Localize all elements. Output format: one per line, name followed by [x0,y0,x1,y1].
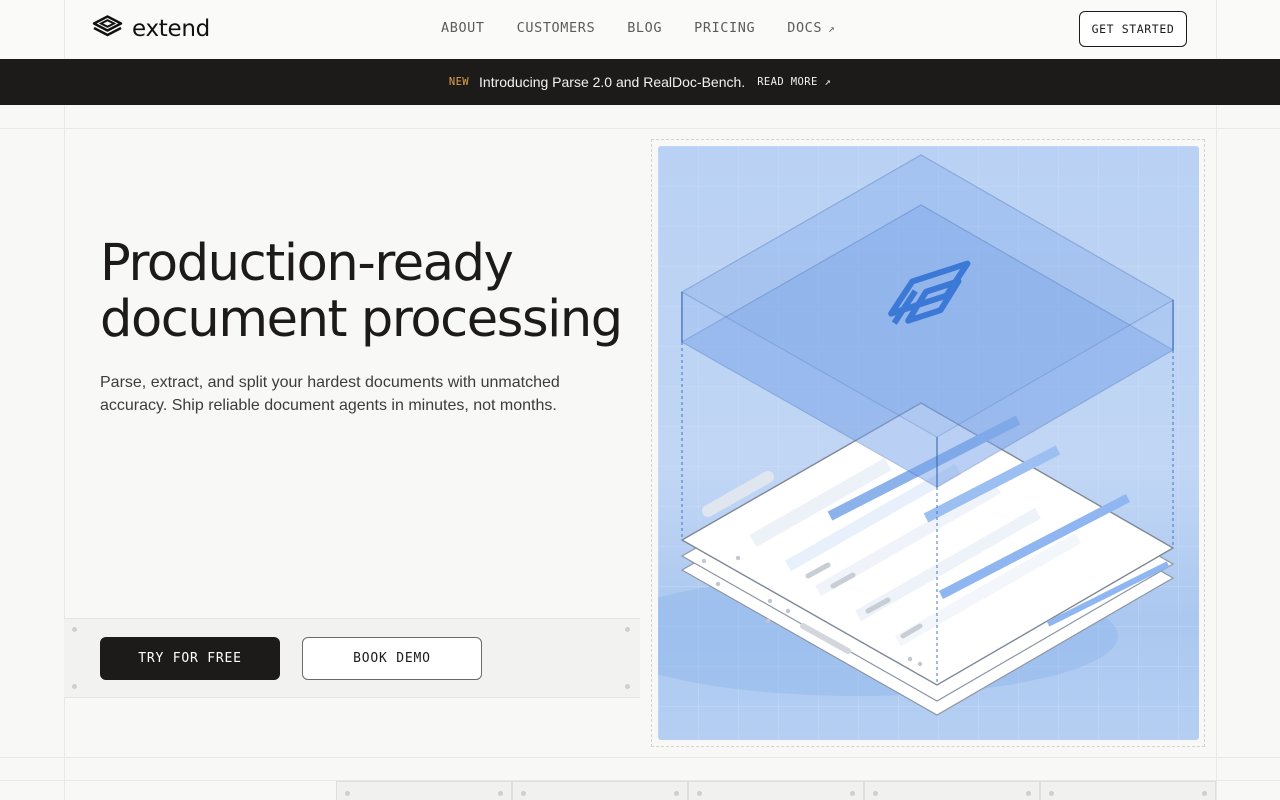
hero-illustration [658,146,1199,740]
nav-blog[interactable]: BLOG [627,20,662,36]
bottom-cell [864,781,1040,800]
bottom-cell [336,781,512,800]
corner-dot [1049,791,1054,796]
get-started-button[interactable]: GET STARTED [1079,11,1187,47]
bottom-strip [336,781,1216,800]
guide-line-right [1216,0,1217,800]
header-guide-right [1216,0,1217,58]
logo-link[interactable]: extend [92,15,210,42]
nav-docs-label: DOCS [787,20,823,36]
nav-about[interactable]: ABOUT [441,20,485,36]
site-header: extend ABOUT CUSTOMERS BLOG PRICING DOCS… [0,0,1280,58]
corner-dot [498,791,503,796]
bottom-cell [1040,781,1216,800]
read-more-label: READ MORE [757,76,818,88]
guide-line-top [0,128,1280,129]
announcement-message: Introducing Parse 2.0 and RealDoc-Bench. [479,74,746,90]
new-badge: NEW [448,76,470,88]
main-nav: ABOUT CUSTOMERS BLOG PRICING DOCS ↗ [441,20,867,36]
corner-dot [1026,791,1031,796]
bottom-cell [512,781,688,800]
nav-pricing[interactable]: PRICING [694,20,755,36]
corner-dot [625,684,630,689]
nav-docs[interactable]: DOCS ↗ [787,20,835,36]
try-for-free-button[interactable]: TRY FOR FREE [100,637,280,680]
guide-line-bottom [0,757,1280,758]
hero-title-line-1: Production-ready [100,234,514,293]
announcement-bar: NEW Introducing Parse 2.0 and RealDoc-Be… [0,59,1280,105]
read-more-link[interactable]: READ MORE ↗ [757,76,831,88]
hero-subtitle: Parse, extract, and split your hardest d… [100,374,560,414]
arrow-up-right-icon: ↗ [824,76,832,88]
corner-dot [1202,791,1207,796]
bottom-cell [688,781,864,800]
nav-blog-label: BLOG [627,20,663,36]
layers-logo-icon [92,15,123,42]
hero-title-line-2: document processing [100,290,623,349]
corner-dot [72,684,77,689]
corner-dot [345,791,350,796]
corner-dot [850,791,855,796]
document-stack-illustration [658,146,1199,740]
corner-dot [873,791,878,796]
hero-title: Production-ready document processing [100,236,640,348]
corner-dot [521,791,526,796]
corner-dot [697,791,702,796]
arrow-up-right-icon: ↗ [828,21,836,35]
corner-dot [72,627,77,632]
nav-customers[interactable]: CUSTOMERS [517,20,596,36]
nav-pricing-label: PRICING [694,20,756,36]
nav-customers-label: CUSTOMERS [516,20,596,36]
header-guide-left [64,0,65,58]
corner-dot [674,791,679,796]
logo-text: extend [132,15,210,42]
nav-about-label: ABOUT [441,20,485,36]
book-demo-button[interactable]: BOOK DEMO [302,637,482,680]
corner-dot [625,627,630,632]
